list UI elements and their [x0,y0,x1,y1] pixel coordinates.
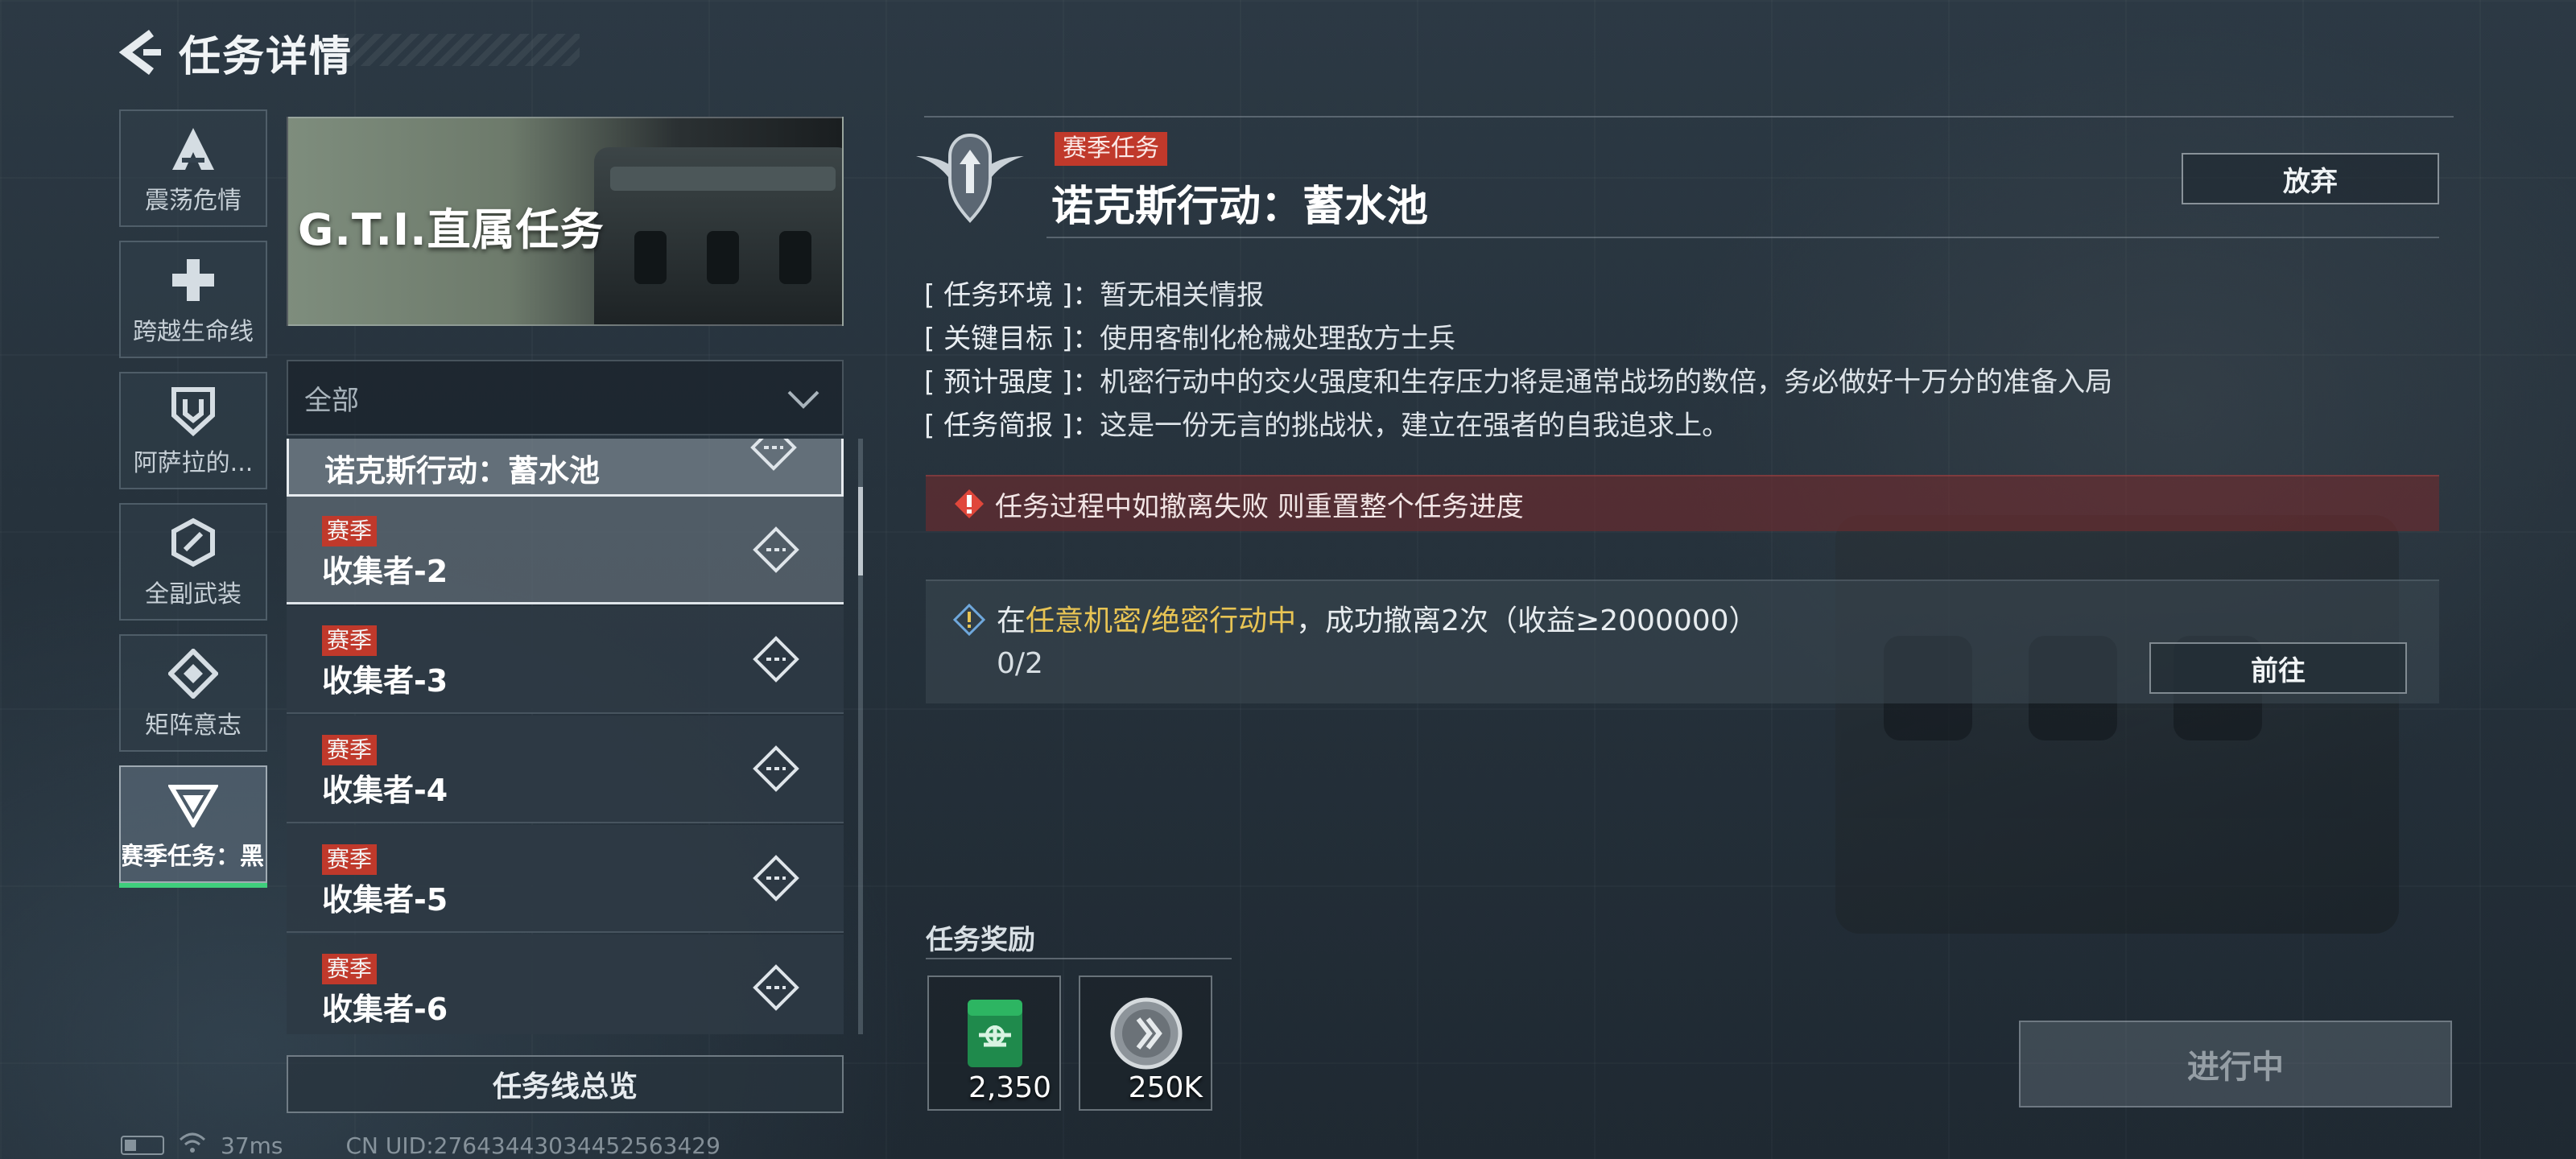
season-tag: 赛季 [322,516,378,547]
locate-diamond-icon [752,744,800,793]
banner-title: G.T.I.直属任务 [298,204,605,255]
info-intensity: [ 预计强度 ]：机密行动中的交火强度和生存压力将是通常战场的数倍，务必做好十万… [924,366,2113,398]
helicopter-card-icon [956,995,1034,1072]
mission-title: 诺克斯行动：蓄水池 [1051,183,1429,231]
season-tag: 赛季 [322,954,378,984]
shield-icon [163,383,224,439]
battery-icon [121,1136,164,1155]
task-item[interactable]: 赛季 诺克斯行动：蓄水池 [287,439,844,497]
category-tab-lifeline[interactable]: 跨越生命线 [119,241,267,358]
task-name: 收集者-2 [322,554,448,589]
reward-quantity: 2,350 [968,1071,1051,1104]
reward-quantity: 250K [1128,1071,1203,1104]
objective-description: 在任意机密/绝密行动中，成功撤离2次（收益≥2000000） [997,604,1758,637]
mission-info: [ 任务环境 ]：暂无相关情报 [ 关键目标 ]：使用客制化枪械处理敌方士兵 [… [924,274,2112,448]
filter-dropdown[interactable]: 全部 [287,360,844,435]
season-mission-badge: 赛季任务 [1055,132,1167,166]
task-list-scrollbar[interactable] [858,439,863,1034]
background-crate-silhouette [1835,515,2399,934]
task-item[interactable]: 赛季 收集者-4 [287,716,844,823]
info-key-objective: [ 关键目标 ]：使用客制化枪械处理敌方士兵 [924,323,1456,355]
info-diamond-icon [952,603,986,637]
category-label: 跨越生命线 [133,318,254,346]
reward-item[interactable]: 2,350 [927,975,1061,1111]
ping-value: 37ms [221,1132,283,1159]
filter-selected-value: 全部 [304,384,359,417]
task-name: 收集者-3 [322,663,448,699]
page-title: 任务详情 [179,32,353,81]
delta-a-icon [163,121,224,177]
mission-line-banner: G.T.I.直属任务 [287,117,844,326]
category-label: 全副武装 [145,580,242,608]
eagle-emblem-icon [910,129,1030,227]
info-briefing: [ 任务简报 ]：这是一份无言的挑战状，建立在强者的自我追求上。 [924,410,1730,442]
chevron-down-icon [786,382,821,418]
category-label: 赛季任务：黑 [122,843,264,871]
task-item[interactable]: 赛季 收集者-3 [287,606,844,714]
locate-diamond-icon [752,635,800,683]
season-triangle-icon [163,777,224,833]
failure-warning-banner: 任务过程中如撤离失败 则重置整个任务进度 [926,475,2439,531]
divider [1046,237,2439,238]
task-name: 收集者-4 [322,773,448,808]
divider [926,958,1232,959]
locate-diamond-icon [752,963,800,1012]
player-uid: CN UID:27643443034452563429 [345,1132,720,1159]
info-environment: [ 任务环境 ]：暂无相关情报 [924,279,1265,311]
warning-text: 任务过程中如撤离失败 则重置整个任务进度 [995,490,1524,523]
task-name: 诺克斯行动：蓄水池 [324,453,601,489]
category-tab-fully-armed[interactable]: 全副武装 [119,503,267,621]
task-item[interactable]: 赛季 收集者-2 [287,497,844,604]
goto-button[interactable]: 前往 [2149,642,2407,694]
locate-diamond-icon [752,526,800,574]
wifi-icon [179,1132,206,1159]
warning-icon [953,488,985,520]
rewards-title: 任务奖励 [926,924,1035,956]
task-item[interactable]: 赛季 收集者-5 [287,825,844,933]
scrollbar-thumb[interactable] [858,487,863,575]
header: 任务详情 [119,24,353,81]
category-tab-tremor-crisis[interactable]: 震荡危情 [119,109,267,227]
status-bar: 37ms CN UID:27643443034452563429 [121,1131,720,1159]
category-tab-season-mission[interactable]: 赛季任务：黑 [119,765,267,888]
medical-cross-icon [163,252,224,308]
category-tab-matrix-will[interactable]: 矩阵意志 [119,634,267,752]
season-tag: 赛季 [322,625,378,656]
task-name: 收集者-5 [322,882,448,918]
category-label: 矩阵意志 [145,711,242,740]
category-label: 震荡危情 [145,187,242,215]
task-list[interactable]: 赛季 诺克斯行动：蓄水池 赛季 收集者-2 赛季 收集者-3 赛季 收集者-4 … [287,439,844,1034]
abandon-button[interactable]: 放弃 [2182,153,2439,204]
objective-panel: 在任意机密/绝密行动中，成功撤离2次（收益≥2000000） 0/2 前往 [926,580,2439,703]
divider [924,116,2454,118]
in-progress-status-button: 进行中 [2019,1021,2452,1107]
mission-line-overview-button[interactable]: 任务线总览 [287,1055,844,1113]
title-decoration [338,34,580,66]
locate-diamond-icon [749,439,798,472]
category-tabs: 震荡危情 跨越生命线 阿萨拉的... 全副武装 矩阵意志 赛季任务：黑 [119,109,267,897]
season-tag: 赛季 [322,735,378,765]
task-item[interactable]: 赛季 收集者-6 [287,934,844,1034]
category-tab-asara[interactable]: 阿萨拉的... [119,372,267,489]
back-arrow-icon[interactable] [119,27,167,78]
locate-diamond-icon [752,854,800,902]
silver-coin-icon [1108,995,1185,1072]
matrix-diamond-icon [163,645,224,702]
armor-hex-icon [163,514,224,571]
season-tag: 赛季 [322,844,378,875]
reward-item[interactable]: 250K [1079,975,1212,1111]
objective-progress: 0/2 [997,647,1043,680]
task-name: 收集者-6 [322,992,448,1027]
category-label: 阿萨拉的... [133,449,254,477]
